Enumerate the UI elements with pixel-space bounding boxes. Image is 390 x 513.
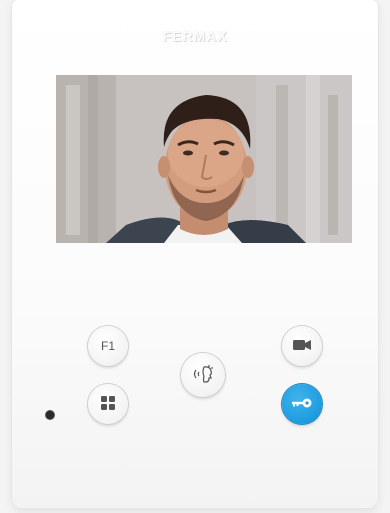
camera-button[interactable]	[282, 326, 322, 366]
door-open-button[interactable]	[282, 384, 322, 424]
talk-button[interactable]	[181, 353, 225, 397]
brand-logo: FERMAX	[162, 28, 228, 44]
intercom-monitor: FERMAX F1	[12, 0, 378, 508]
video-frame-image	[56, 75, 352, 243]
video-screen	[56, 75, 352, 243]
menu-button[interactable]	[88, 384, 128, 424]
f1-button[interactable]: F1	[88, 326, 128, 366]
key-icon	[291, 397, 313, 412]
microphone-hole	[46, 411, 54, 419]
f1-label: F1	[100, 339, 115, 353]
talk-icon	[190, 361, 216, 390]
grid-icon	[100, 395, 116, 414]
camera-icon	[293, 339, 311, 354]
